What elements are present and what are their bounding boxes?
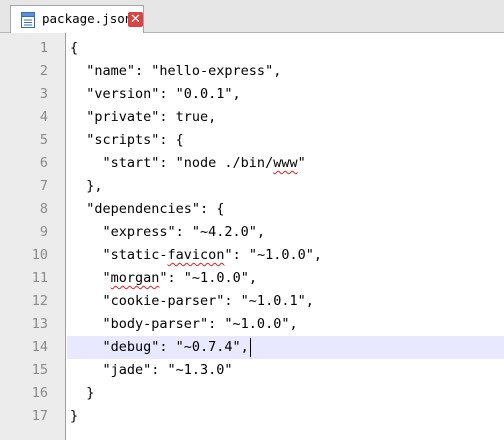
line-number: 2: [39, 63, 48, 79]
spellcheck-underline: favicon: [167, 247, 225, 263]
code-line: "body-parser": "~1.0.0",: [70, 316, 298, 332]
line-number: 8: [39, 201, 48, 217]
code-line: "dependencies": {: [70, 201, 225, 217]
file-icon: [21, 12, 35, 28]
line-number: 11: [31, 270, 48, 286]
code-line: "debug": "~0.7.4",: [70, 339, 249, 355]
code-line: },: [70, 178, 103, 194]
code-line: }: [70, 385, 95, 401]
code-line: "jade": "~1.3.0": [70, 362, 233, 378]
text-caret: [250, 338, 251, 357]
line-number: 7: [39, 178, 48, 194]
line-number: 1: [39, 40, 48, 56]
editor-window: package.json ✕ 1 2 3 4 5 6 7 8 9 10 11 12 13 14 15 16 17…: [0, 0, 504, 440]
line-number-gutter: 1 2 3 4 5 6 7 8 9 10 11 12 13 14 15 16 17: [0, 33, 66, 440]
code-line: "start": "node ./bin/www": [70, 155, 306, 171]
code-line: "name": "hello-express",: [70, 63, 282, 79]
code-line: "version": "0.0.1",: [70, 86, 241, 102]
line-number: 6: [39, 155, 48, 171]
code-line: "private": true,: [70, 109, 217, 125]
tab-strip: package.json ✕: [0, 0, 504, 34]
tab-package-json[interactable]: package.json ✕: [10, 5, 144, 34]
line-number: 4: [39, 109, 48, 125]
close-icon[interactable]: ✕: [128, 12, 143, 27]
spellcheck-underline: www: [273, 155, 298, 171]
line-number: 15: [31, 362, 48, 378]
line-number: 17: [31, 408, 48, 424]
line-number: 14: [31, 339, 48, 355]
line-number: 9: [39, 224, 48, 240]
code-line: "cookie-parser": "~1.0.1",: [70, 293, 314, 309]
code-line: "static-favicon": "~1.0.0",: [70, 247, 323, 263]
line-number: 5: [39, 132, 48, 148]
line-number: 3: [39, 86, 48, 102]
line-number: 13: [31, 316, 48, 332]
code-line: {: [70, 40, 79, 56]
code-line: "express": "~4.2.0",: [70, 224, 266, 240]
code-line: }: [70, 408, 79, 424]
line-number: 12: [31, 293, 48, 309]
line-number: 10: [31, 247, 48, 263]
tab-label: package.json: [42, 11, 133, 26]
code-area[interactable]: { "name": "hello-express", "version": "0…: [67, 33, 504, 440]
code-line: "morgan": "~1.0.0",: [70, 270, 257, 286]
spellcheck-underline: morgan: [110, 270, 160, 286]
line-number: 16: [31, 385, 48, 401]
code-line: "scripts": {: [70, 132, 184, 148]
